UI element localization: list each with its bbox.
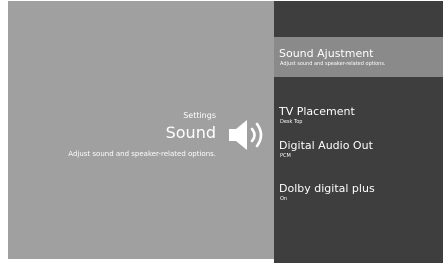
section-label: Settings [183,111,216,120]
section-title: Sound [165,123,216,142]
settings-menu: Sound Ajustment Adjust sound and speaker… [274,1,443,263]
tv-settings-screen: Settings Sound Adjust sound and speaker-… [0,0,446,264]
category-panel: Settings Sound Adjust sound and speaker-… [8,1,274,259]
menu-item-title: Dolby digital plus [279,182,375,195]
menu-item-subtitle: Adjust sound and speaker-related options… [280,61,386,67]
menu-item-digital-audio-out[interactable]: Digital Audio Out PCM [274,133,443,163]
menu-item-subtitle: Desk Top [280,119,303,125]
menu-item-sound-adjustment[interactable]: Sound Ajustment Adjust sound and speaker… [274,37,443,77]
menu-item-title: Digital Audio Out [279,139,373,152]
menu-item-subtitle: On [280,196,288,202]
menu-item-dolby-digital-plus[interactable]: Dolby digital plus On [274,176,443,206]
menu-item-tv-placement[interactable]: TV Placement Desk Top [274,97,443,127]
menu-item-title: TV Placement [279,105,355,118]
menu-item-subtitle: PCM [280,153,291,159]
speaker-volume-icon [229,120,263,150]
section-description: Adjust sound and speaker-related options… [68,150,216,158]
menu-item-title: Sound Ajustment [279,47,374,60]
